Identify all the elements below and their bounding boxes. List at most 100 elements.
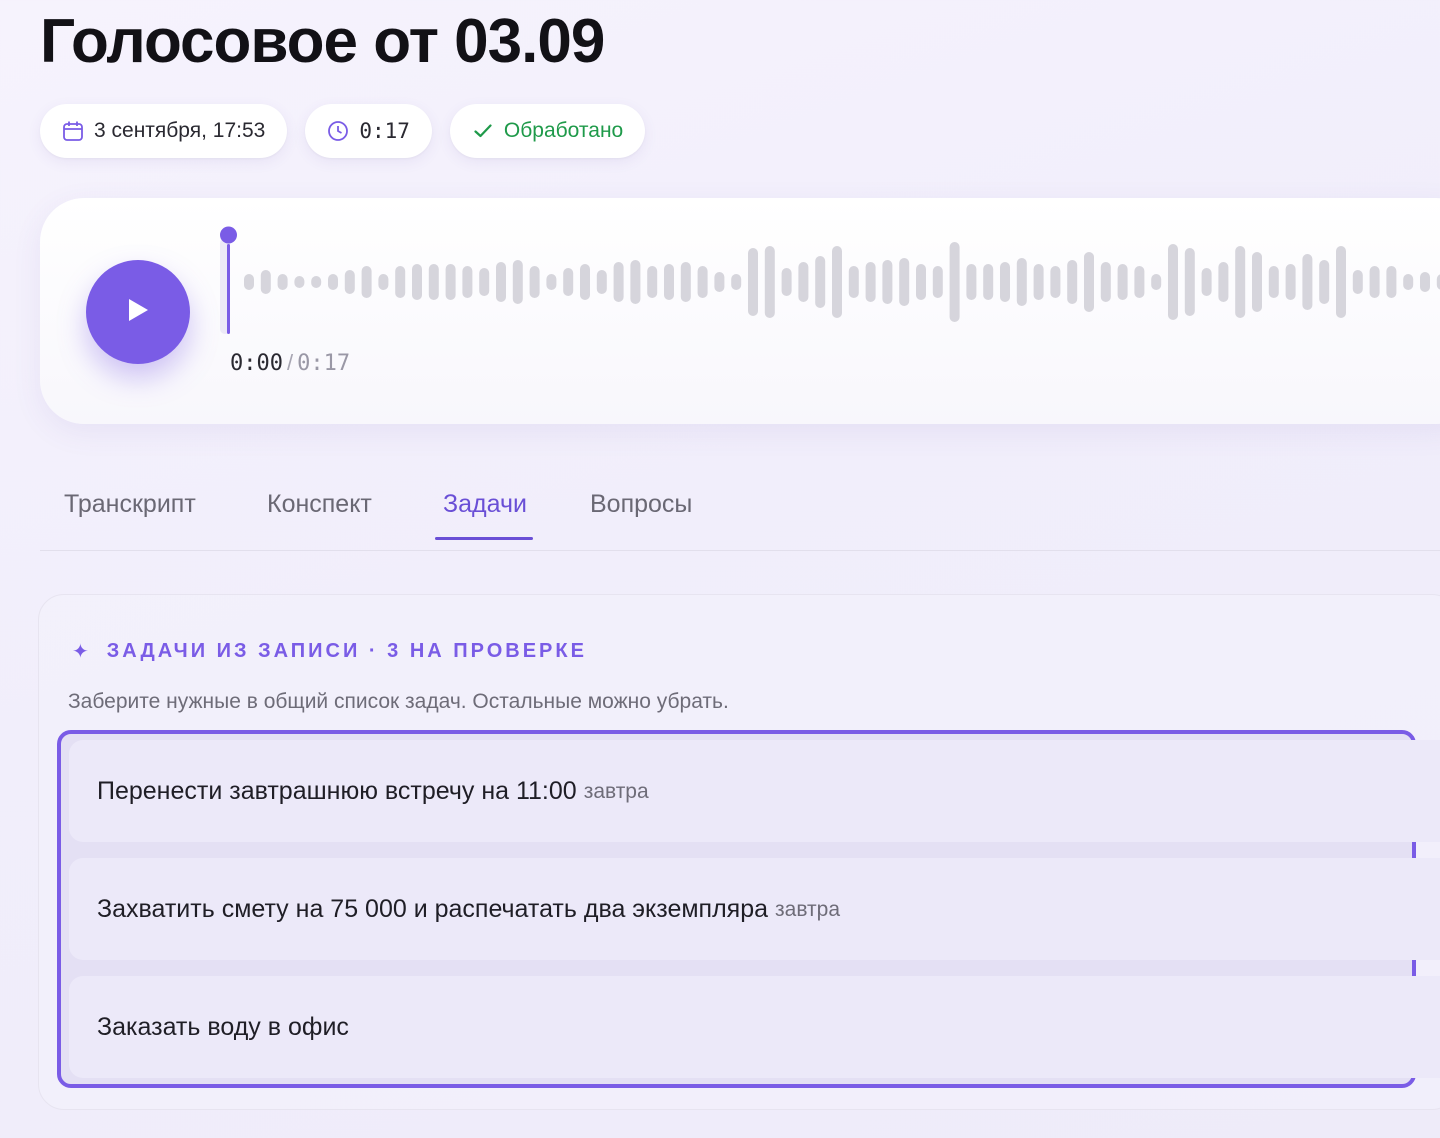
waveform-bar [1268, 266, 1279, 298]
waveform-bar [1420, 272, 1430, 292]
waveform-bar [244, 274, 254, 290]
tab-summary[interactable]: Конспект [267, 490, 372, 539]
waveform-bar [1386, 266, 1397, 298]
waveform-bar [428, 264, 439, 300]
play-button[interactable] [86, 260, 190, 364]
waveform-bar [815, 256, 826, 308]
calendar-icon [62, 120, 84, 142]
waveform-bar [445, 264, 456, 300]
waveform-bar [1016, 258, 1027, 306]
playhead-line [227, 244, 230, 334]
waveform-bar [260, 270, 271, 294]
waveform-bar [697, 266, 708, 298]
total-time: 0:17 [297, 351, 351, 376]
waveform-bar [1033, 264, 1044, 300]
waveform-bar [1369, 266, 1380, 298]
tab-transcript[interactable]: Транскрипт [64, 490, 196, 539]
waveform-bar [596, 270, 607, 294]
waveform-bar [613, 262, 624, 302]
task-list: Перенести завтрашнюю встречу на 11:00 за… [57, 730, 1440, 1088]
waveform-bar [949, 242, 960, 322]
waveform-bar [462, 266, 473, 298]
waveform-bar [496, 262, 506, 302]
waveform-bar [1050, 266, 1061, 298]
waveform-bar [899, 258, 910, 306]
waveform-bar [798, 262, 809, 302]
waveform-bar [832, 246, 842, 318]
status-badge: Обработано [449, 104, 646, 158]
date-label: 3 сентября, 17:53 [94, 119, 266, 142]
duration-chip: 0:17 [305, 104, 432, 158]
playback-time: 0:00/0:17 [230, 350, 350, 376]
waveform-bar [848, 266, 859, 298]
page-title: Голосовое от 03.09 [40, 7, 605, 76]
task-item[interactable]: Заказать воду в офис [69, 976, 1440, 1078]
date-chip: 3 сентября, 17:53 [40, 104, 288, 158]
check-icon [472, 120, 494, 142]
waveform-bar [512, 260, 523, 304]
tasks-panel-header: ✦ ЗАДАЧИ ИЗ ЗАПИСИ · 3 НА ПРОВЕРКЕ [72, 640, 587, 663]
waveform-bar [680, 262, 691, 302]
waveform-bar [1151, 274, 1162, 290]
tab-questions[interactable]: Вопросы [590, 490, 692, 539]
waveform-scrubber[interactable] [220, 224, 1440, 354]
waveform-bar [916, 264, 926, 300]
waveform-bar [311, 276, 322, 288]
waveform-bar [1235, 246, 1246, 318]
waveform-bar [932, 266, 943, 298]
waveform-bar [412, 264, 422, 300]
waveform-bar [378, 274, 389, 290]
waveform-bar [1168, 244, 1178, 320]
task-text: Перенести завтрашнюю встречу на 11:00 [97, 776, 577, 805]
meta-row: 3 сентября, 17:53 0:17 Обработано [40, 104, 646, 158]
waveform-bar [563, 268, 574, 296]
waveform-bar [1319, 260, 1330, 304]
tab-tasks[interactable]: Задачи [435, 490, 533, 540]
task-due: завтра [775, 898, 840, 921]
clock-icon [327, 120, 349, 142]
waveform-bar [1218, 262, 1229, 302]
waveform-bar [966, 264, 977, 300]
waveform-bar [546, 274, 557, 290]
status-label: Обработано [503, 119, 624, 142]
waveform-bar [714, 272, 725, 292]
waveform-bar [328, 274, 338, 290]
waveform-bar [983, 264, 994, 300]
task-item[interactable]: Перенести завтрашнюю встречу на 11:00 за… [69, 740, 1440, 842]
time-separator: / [286, 350, 294, 375]
waveform-bar [781, 268, 792, 296]
tab-bar: Транскрипт Конспект Задачи Вопросы [40, 472, 1440, 551]
playhead-handle[interactable] [220, 226, 237, 244]
waveform-bar [1352, 270, 1363, 294]
waveform-bar [1084, 252, 1094, 312]
tasks-panel-subtitle: Заберите нужные в общий список задач. Ос… [68, 690, 729, 713]
waveform-bar [361, 266, 372, 298]
task-text: Захватить смету на 75 000 и распечатать … [97, 894, 769, 923]
waveform-bar [1252, 252, 1262, 312]
waveform-bar [479, 268, 490, 296]
task-item[interactable]: Захватить смету на 75 000 и распечатать … [69, 858, 1440, 960]
task-text: Заказать воду в офис [97, 1012, 349, 1041]
waveform-bar [1067, 260, 1078, 304]
play-icon [125, 296, 151, 329]
duration-label: 0:17 [359, 119, 410, 143]
waveform-bar [1134, 266, 1145, 298]
waveform-bar [395, 266, 406, 298]
waveform-bar [277, 274, 288, 290]
waveform-bar [731, 274, 742, 290]
waveform-bar [580, 264, 590, 300]
waveform-bar [865, 262, 876, 302]
waveform-bar [748, 248, 758, 316]
waveform-bar [1201, 268, 1212, 296]
waveform-bar [664, 264, 674, 300]
waveform-bar [344, 270, 355, 294]
waveform-bar [1184, 248, 1195, 316]
waveform-bar [529, 266, 540, 298]
waveform-bar [1285, 264, 1296, 300]
waveform-bar [294, 276, 305, 288]
waveform-bar [630, 260, 641, 304]
audio-player: 0:00/0:17 [40, 198, 1440, 424]
waveform-bar [1117, 264, 1128, 300]
waveform-bar [647, 266, 658, 298]
tasks-panel-title: ЗАДАЧИ ИЗ ЗАПИСИ · 3 НА ПРОВЕРКЕ [106, 640, 587, 662]
